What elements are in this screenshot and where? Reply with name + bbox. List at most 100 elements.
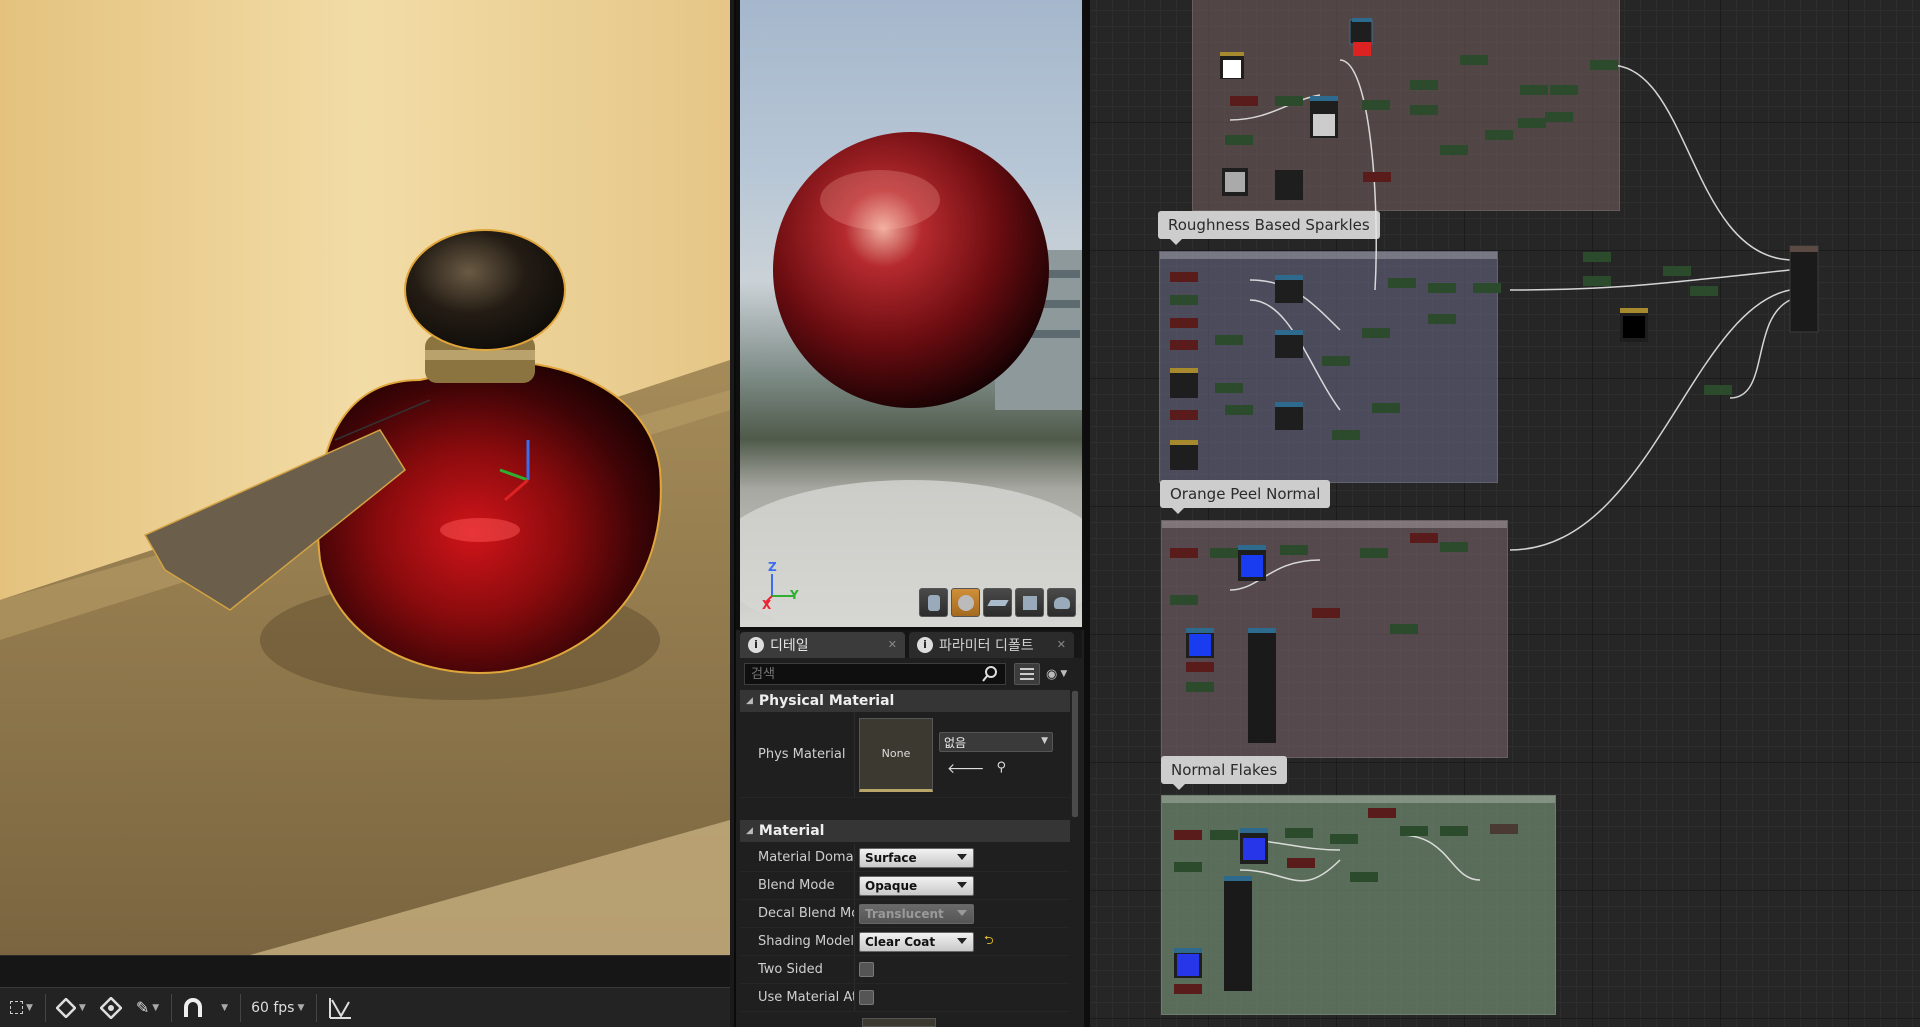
tab-details[interactable]: i 디테일 ✕ (740, 632, 905, 658)
material-domain-value: Surface (854, 844, 1070, 871)
asset-combo[interactable]: 없음 ▼ (939, 732, 1053, 752)
blend-mode-combo[interactable]: Opaque (859, 875, 974, 896)
fps-dropdown[interactable]: 60 fps ▼ (247, 993, 308, 1023)
parameters-icon: i (917, 637, 933, 653)
collapse-triangle-icon: ◢ (746, 826, 753, 836)
two-sided-checkbox[interactable] (859, 962, 874, 977)
list-grid-icon (1020, 668, 1034, 680)
preview-cylinder-button[interactable] (919, 588, 948, 617)
fps-label: 60 fps (251, 999, 295, 1016)
asset-picker-controls: 없음 ▼ 🡐 ⚲ (939, 732, 1053, 777)
landscape-mode-button[interactable]: ▼ (52, 993, 90, 1023)
use-material-attributes-label: Use Material Att (758, 990, 854, 1005)
preview-plane-button[interactable] (983, 588, 1012, 617)
preview-custom-mesh-button[interactable] (1047, 588, 1076, 617)
toolbar-divider (240, 993, 242, 1022)
decal-blend-mode-combo-value: Translucent (865, 906, 944, 921)
preview-cube-button[interactable] (1015, 588, 1044, 617)
tab-details-label: 디테일 (770, 638, 809, 654)
realtime-toggle-button[interactable] (323, 993, 357, 1023)
move-arrows-icon (99, 996, 122, 1019)
snap-dropdown-button[interactable]: ▼ (214, 993, 232, 1023)
cube-icon (1022, 595, 1037, 610)
material-domain-combo[interactable]: Surface (859, 847, 974, 868)
chevron-down-icon: ▼ (1060, 669, 1068, 679)
collapse-triangle-icon: ◢ (746, 696, 753, 706)
reset-to-default-icon[interactable]: ⮌ (984, 931, 994, 952)
viewport-scene[interactable] (0, 0, 730, 955)
move-mode-button[interactable] (96, 993, 126, 1023)
eye-icon: ◉ (1046, 666, 1058, 682)
details-panel: i 디테일 ✕ i 파라미터 디폴트 ✕ ◉ ▼ ◢ Physical Mat (734, 630, 1084, 1027)
use-selected-arrow-icon[interactable]: 🡐 (947, 760, 985, 777)
selection-box-icon (10, 1001, 23, 1014)
material-header: Material (758, 823, 825, 839)
preview-sphere-image (740, 132, 1082, 627)
magnet-icon (184, 997, 203, 1017)
phys-material-label: Phys Material (758, 747, 846, 762)
diamond-icon (55, 997, 76, 1018)
details-scrollbar[interactable] (1071, 690, 1079, 818)
material-category[interactable]: ◢ Material (740, 820, 1070, 842)
select-mode-button[interactable]: ▼ (6, 993, 37, 1023)
toolbar-divider (44, 993, 46, 1022)
plane-icon (986, 599, 1009, 606)
close-icon[interactable]: ✕ (1057, 638, 1066, 651)
blend-mode-value: Opaque (854, 872, 1070, 899)
use-material-attributes-value (854, 984, 1070, 1011)
asset-combo-value: 없음 (944, 735, 967, 750)
material-domain-row: Material Domain Surface (740, 844, 1070, 872)
snap-button[interactable] (178, 993, 208, 1023)
viewport-status-bar (0, 955, 730, 987)
shading-model-label: Shading Model (758, 934, 854, 949)
brush-icon: ✎ (135, 998, 150, 1017)
chevron-down-icon (957, 937, 967, 944)
teapot-icon (1053, 596, 1070, 609)
paint-mode-button[interactable]: ✎ ▼ (132, 993, 163, 1023)
chevron-down-icon (957, 881, 967, 888)
tab-parameter-defaults-label: 파라미터 디폴트 (939, 638, 1034, 654)
shading-model-combo-value: Clear Coat (865, 934, 936, 949)
asset-actions: 🡐 ⚲ (939, 760, 1053, 777)
shading-model-value: Clear Coat ⮌ (854, 928, 1070, 955)
two-sided-label: Two Sided (758, 962, 823, 977)
preview-shape-buttons (919, 588, 1076, 617)
shading-model-combo[interactable]: Clear Coat (859, 931, 974, 952)
chevron-down-icon (957, 909, 967, 916)
physical-material-category[interactable]: ◢ Physical Material (740, 690, 1070, 712)
toolbar-divider (316, 993, 318, 1022)
decal-blend-mode-row: Decal Blend Mod Translucent (740, 900, 1070, 928)
level-viewport[interactable]: ▼ ▼ ✎ ▼ ▼ 60 fps ▼ (0, 0, 730, 1027)
material-domain-label: Material Domain (758, 850, 854, 865)
sphere-icon (957, 594, 974, 611)
axis-gizmo (765, 574, 794, 603)
details-tab-bar: i 디테일 ✕ i 파라미터 디폴트 ✕ (740, 630, 1082, 658)
blend-mode-combo-value: Opaque (865, 878, 918, 893)
visibility-options-button[interactable]: ◉ ▼ (1046, 663, 1078, 685)
tab-parameter-defaults[interactable]: i 파라미터 디폴트 ✕ (909, 632, 1074, 658)
phys-material-value: None 없음 ▼ 🡐 ⚲ (854, 712, 1070, 797)
decal-blend-mode-combo: Translucent (859, 903, 974, 924)
details-icon: i (748, 637, 764, 653)
search-input[interactable] (744, 663, 1006, 685)
material-graph-canvas[interactable]: Roughness Based Sparkles Orange Peel Nor… (1090, 0, 1920, 1027)
material-domain-combo-value: Surface (865, 850, 917, 865)
chevron-down-icon: ▼ (1041, 736, 1048, 746)
perfume-scene-image (0, 0, 730, 955)
preview-sphere-button[interactable] (951, 588, 980, 617)
curve-graph-icon (329, 997, 352, 1019)
view-options-button[interactable] (1014, 663, 1040, 685)
use-material-attributes-checkbox[interactable] (859, 990, 874, 1005)
two-sided-value (854, 956, 1070, 983)
phys-material-row: Phys Material None 없음 ▼ 🡐 ⚲ (740, 712, 1070, 798)
decal-blend-mode-label: Decal Blend Mod (758, 906, 854, 921)
physical-material-header: Physical Material (758, 693, 895, 709)
browse-search-icon[interactable]: ⚲ (997, 760, 1007, 777)
chevron-down-icon: ▼ (26, 1002, 33, 1013)
blend-mode-label: Blend Mode (758, 878, 835, 893)
asset-thumbnail[interactable]: None (859, 717, 933, 792)
preview-viewport[interactable]: Z X Y (740, 0, 1082, 627)
toolbar-divider (171, 993, 173, 1022)
close-icon[interactable]: ✕ (888, 638, 897, 651)
blend-mode-row: Blend Mode Opaque (740, 872, 1070, 900)
